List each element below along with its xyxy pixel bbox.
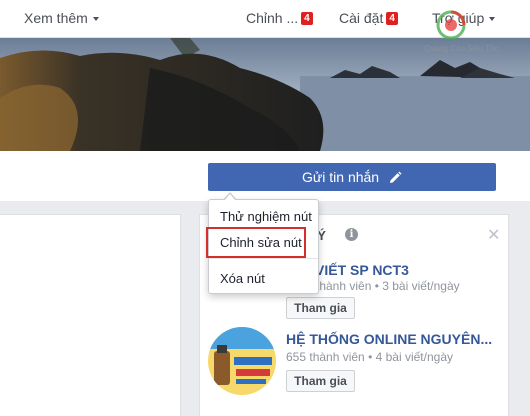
highlight-box: [206, 227, 306, 258]
join-button[interactable]: Tham gia: [286, 297, 355, 319]
group-name[interactable]: VIẾT SP NCT3: [315, 262, 409, 278]
caret-down-icon: [489, 17, 496, 22]
group-meta: thành viên • 3 bài viết/ngày: [316, 279, 460, 293]
caret-down-icon: [92, 17, 99, 22]
menu-arrow-fill: [224, 194, 236, 201]
send-message-label: Gửi tin nhắn: [302, 169, 380, 185]
edit-tab[interactable]: Chỉnh ... 4: [246, 10, 313, 26]
see-more-label: Xem thêm: [24, 10, 88, 26]
settings-label: Cài đặt: [339, 10, 384, 26]
info-icon[interactable]: i: [345, 228, 358, 241]
menu-divider: [209, 258, 318, 259]
group-thumbnail[interactable]: [208, 327, 276, 395]
cover-photo: [0, 38, 530, 151]
send-message-button[interactable]: Gửi tin nhắn: [208, 163, 496, 191]
watermark-text: Quảng Cáo Siêu Tốc: [424, 44, 499, 53]
notification-badge: 4: [301, 12, 313, 25]
edit-label: Chỉnh ...: [246, 10, 299, 26]
left-panel: [0, 214, 181, 416]
notification-badge: 4: [386, 12, 398, 25]
watermark-logo-icon: [434, 8, 468, 47]
see-more-tab[interactable]: Xem thêm: [24, 10, 99, 26]
group-meta: 655 thành viên • 4 bài viết/ngày: [286, 350, 453, 364]
pencil-icon: [389, 171, 402, 183]
close-icon[interactable]: ✕: [487, 225, 500, 245]
menu-item-delete-button[interactable]: Xóa nút: [220, 271, 265, 286]
join-button[interactable]: Tham gia: [286, 370, 355, 392]
group-name[interactable]: HỆ THỐNG ONLINE NGUYÊN...: [286, 331, 492, 347]
settings-tab[interactable]: Cài đặt 4: [339, 10, 398, 26]
menu-item-test-button[interactable]: Thử nghiệm nút: [220, 209, 312, 224]
